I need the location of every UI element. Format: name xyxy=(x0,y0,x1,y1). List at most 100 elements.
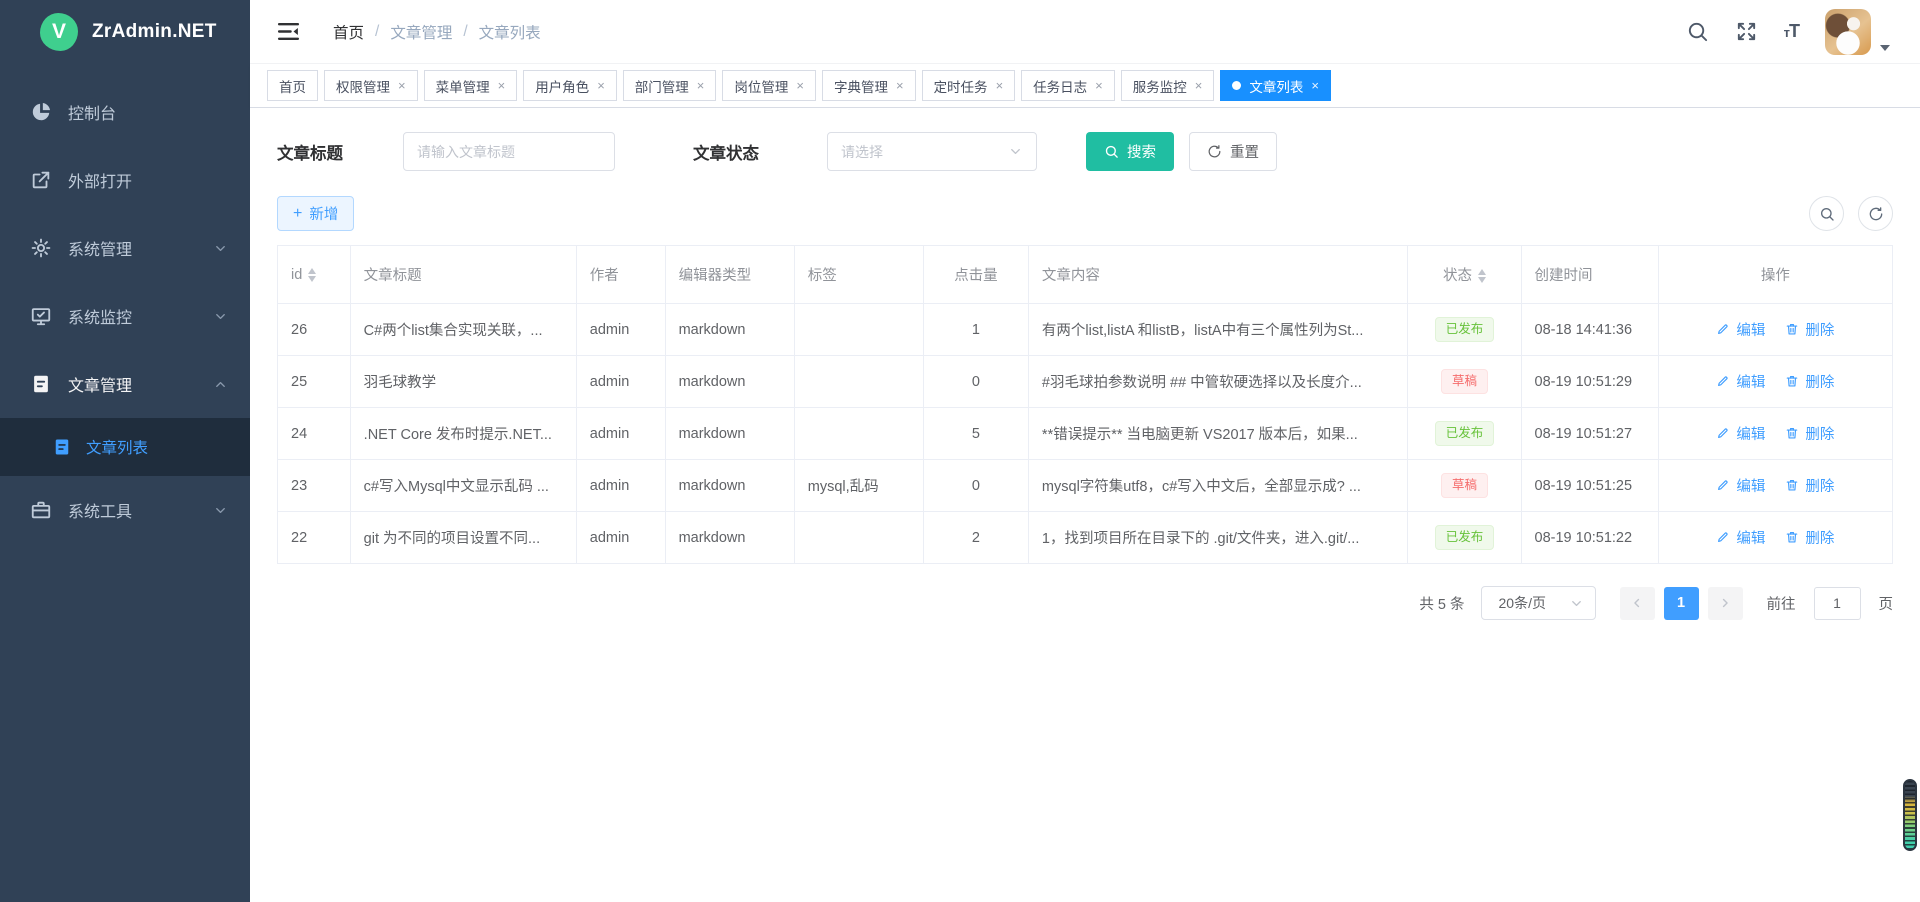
edit-link[interactable]: 编辑 xyxy=(1716,475,1765,496)
tab-item[interactable]: 岗位管理× xyxy=(722,70,816,101)
caret-down-icon[interactable] xyxy=(308,276,316,282)
delete-icon xyxy=(1785,478,1800,493)
status-badge: 已发布 xyxy=(1435,421,1495,446)
search-icon[interactable] xyxy=(1686,20,1709,43)
tab-label: 任务日志 xyxy=(1033,76,1087,96)
color-stripes-scrollbar-widget[interactable] xyxy=(1903,779,1917,851)
status-badge: 已发布 xyxy=(1435,525,1495,550)
goto-page-input[interactable] xyxy=(1814,587,1861,620)
font-size-icon[interactable]: тT xyxy=(1784,21,1799,42)
cell-actions: 编辑删除 xyxy=(1658,512,1892,564)
add-button[interactable]: + 新增 xyxy=(277,196,354,231)
cell-created: 08-18 14:41:36 xyxy=(1521,304,1658,356)
active-tab-dot xyxy=(1232,81,1241,90)
column-header-label: 状态 xyxy=(1443,268,1472,284)
search-button[interactable]: 搜索 xyxy=(1086,132,1174,171)
cell-author: admin xyxy=(576,460,665,512)
refresh-icon xyxy=(1207,144,1222,159)
delete-link[interactable]: 删除 xyxy=(1785,527,1834,548)
app-root: V ZrAdmin.NET 控制台外部打开系统管理系统监控文章管理文章列表系统工… xyxy=(0,0,1920,902)
sidebar-item-article-list[interactable]: 文章列表 xyxy=(0,418,250,476)
close-icon[interactable]: × xyxy=(796,79,804,92)
sidebar-item-system-tools[interactable]: 系统工具 xyxy=(0,476,250,544)
toolbox-icon xyxy=(30,499,52,521)
article-title-input[interactable] xyxy=(403,132,615,171)
cell-id: 22 xyxy=(278,512,351,564)
chevron-up-icon xyxy=(213,377,228,392)
edit-link[interactable]: 编辑 xyxy=(1716,319,1765,340)
cell-status: 已发布 xyxy=(1408,304,1521,356)
cell-created: 08-19 10:51:29 xyxy=(1521,356,1658,408)
delete-link[interactable]: 删除 xyxy=(1785,371,1834,392)
delete-icon xyxy=(1785,374,1800,389)
delete-link[interactable]: 删除 xyxy=(1785,319,1834,340)
cell-author: admin xyxy=(576,512,665,564)
fullscreen-icon[interactable] xyxy=(1735,20,1758,43)
close-icon[interactable]: × xyxy=(1311,79,1319,92)
sidebar-item-article-manage[interactable]: 文章管理 xyxy=(0,350,250,418)
close-icon[interactable]: × xyxy=(1095,79,1103,92)
cell-created: 08-19 10:51:22 xyxy=(1521,512,1658,564)
cell-tags xyxy=(794,356,923,408)
chevron-down-icon xyxy=(1569,596,1584,611)
close-icon[interactable]: × xyxy=(498,79,506,92)
edit-link[interactable]: 编辑 xyxy=(1716,527,1765,548)
tab-item[interactable]: 菜单管理× xyxy=(424,70,518,101)
close-icon[interactable]: × xyxy=(1195,79,1203,92)
tab-item[interactable]: 首页 xyxy=(267,70,318,101)
breadcrumb-separator: / xyxy=(463,23,467,41)
sidebar-item-system-manage[interactable]: 系统管理 xyxy=(0,214,250,282)
breadcrumb-item[interactable]: 首页 xyxy=(333,21,364,43)
sidebar-collapse-icon[interactable] xyxy=(276,19,301,44)
user-menu[interactable] xyxy=(1825,9,1890,55)
user-avatar[interactable] xyxy=(1825,9,1871,55)
column-header-status[interactable]: 状态 xyxy=(1408,246,1521,304)
prev-page-button[interactable] xyxy=(1620,587,1655,620)
sidebar-item-external-open[interactable]: 外部打开 xyxy=(0,146,250,214)
table-tools xyxy=(1809,196,1893,231)
page-suffix: 页 xyxy=(1879,593,1894,614)
caret-up-icon[interactable] xyxy=(1478,269,1486,275)
column-header-id[interactable]: id xyxy=(278,246,351,304)
caret-up-icon[interactable] xyxy=(308,268,316,274)
refresh-table-icon[interactable] xyxy=(1858,196,1893,231)
delete-link[interactable]: 删除 xyxy=(1785,423,1834,444)
page-1-button[interactable]: 1 xyxy=(1664,587,1699,620)
close-icon[interactable]: × xyxy=(597,79,605,92)
caret-down-icon xyxy=(1880,45,1890,51)
cell-content: 有两个list,listA 和listB，listA中有三个属性列为St... xyxy=(1028,304,1408,356)
edit-icon xyxy=(1716,426,1731,441)
sidebar-item-system-monitor[interactable]: 系统监控 xyxy=(0,282,250,350)
close-icon[interactable]: × xyxy=(996,79,1004,92)
edit-link[interactable]: 编辑 xyxy=(1716,371,1765,392)
edit-link[interactable]: 编辑 xyxy=(1716,423,1765,444)
close-icon[interactable]: × xyxy=(896,79,904,92)
tab-item[interactable]: 任务日志 × xyxy=(1021,70,1115,101)
delete-link[interactable]: 删除 xyxy=(1785,475,1834,496)
caret-down-icon[interactable] xyxy=(1478,277,1486,283)
cell-author: admin xyxy=(576,408,665,460)
delete-label: 删除 xyxy=(1805,423,1834,444)
table-row: 23c#写入Mysql中文显示乱码 ...adminmarkdownmysql,… xyxy=(278,460,1893,512)
sort-icon xyxy=(308,268,316,282)
close-icon[interactable]: × xyxy=(697,79,705,92)
close-icon[interactable]: × xyxy=(398,79,406,92)
show-search-icon[interactable] xyxy=(1809,196,1844,231)
page-size-select[interactable]: 20条/页 xyxy=(1481,586,1596,620)
app-logo[interactable]: V ZrAdmin.NET xyxy=(0,0,250,64)
sidebar-item-console[interactable]: 控制台 xyxy=(0,78,250,146)
tab-item[interactable]: 用户角色× xyxy=(523,70,617,101)
tab-item[interactable]: 服务监控× xyxy=(1121,70,1215,101)
edit-label: 编辑 xyxy=(1736,475,1765,496)
tab-item[interactable]: 定时任务× xyxy=(922,70,1016,101)
tab-item[interactable]: 部门管理× xyxy=(623,70,717,101)
cell-actions: 编辑删除 xyxy=(1658,460,1892,512)
tab-item[interactable]: 权限管理× xyxy=(324,70,418,101)
next-page-button[interactable] xyxy=(1708,587,1743,620)
article-status-select[interactable]: 请选择 xyxy=(827,132,1037,171)
tab-active[interactable]: 文章列表× xyxy=(1220,70,1331,101)
tab-item[interactable]: 字典管理× xyxy=(822,70,916,101)
reset-button[interactable]: 重置 xyxy=(1189,132,1277,171)
goto-label: 前往 xyxy=(1767,593,1796,614)
edit-label: 编辑 xyxy=(1736,527,1765,548)
